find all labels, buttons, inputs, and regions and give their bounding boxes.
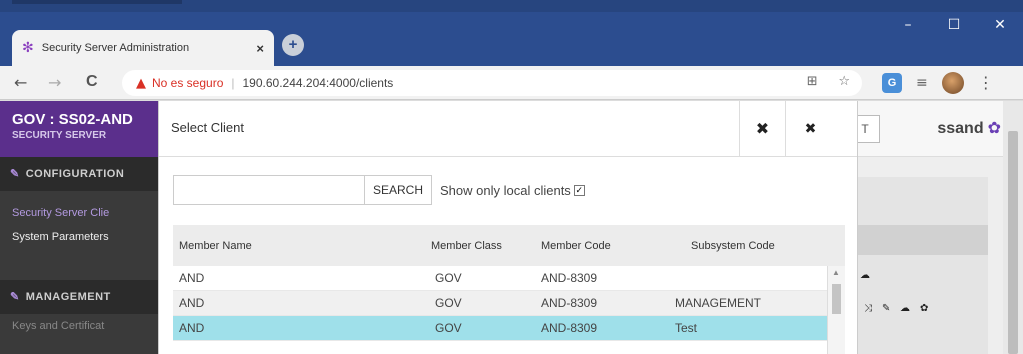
local-clients-checkbox[interactable]: ✓ [573,184,585,196]
profile-avatar[interactable] [941,72,964,94]
address-toolbar: ← → C ▲ No es seguro | 190.60.244.204:40… [0,66,1023,100]
minimize-button[interactable]: – [885,12,931,38]
reading-list-icon[interactable]: ≡ [916,75,928,91]
url-separator: | [231,76,235,90]
cloud-icon[interactable]: ☁ [900,303,910,314]
gear-icon[interactable]: ✿ [988,118,1001,137]
header-subsystem-code[interactable]: Subsystem Code [671,240,821,252]
brand-title: GOV : SS02-AND [12,111,133,128]
scrollbar-thumb[interactable] [1008,131,1018,354]
cell-member-name: AND [179,321,205,335]
section-label: CONFIGURATION [25,168,125,180]
dialog-title: Select Client [171,120,244,135]
browser-tabstrip: ✻ Security Server Administration × + – ☐… [0,0,1023,66]
sidebar-section-configuration: ✎ CONFIGURATION [0,157,160,191]
warning-icon[interactable]: ▲ [136,76,146,91]
taskbar-segment [12,0,182,4]
header-member-name[interactable]: Member Name [173,240,431,252]
gear-icon[interactable]: ✿ [920,303,928,314]
cell-member-code: AND-8309 [541,271,598,285]
cell-member-name: AND [179,271,205,285]
forward-button[interactable]: → [48,73,61,92]
page: GOV : SS02-AND SECURITY SERVER ✎ CONFIGUR… [0,101,1023,354]
search-row: SEARCH Show only local clients ✓ [173,175,585,205]
sidebar-item-security-server-clients[interactable]: Security Server Clie [0,201,160,225]
dialog-header: Select Client ✖ ✖ [159,101,857,157]
cell-subsystem-code: Test [675,321,698,335]
url-bar[interactable]: ▲ No es seguro | 190.60.244.204:4000/cli… [122,70,862,96]
url-text[interactable]: 190.60.244.204:4000/clients [243,76,394,90]
extensions-area: G ≡ ⋮ [882,72,994,94]
dialog-cancel-button[interactable]: ✖ [785,101,835,157]
table-header: Member Name Member Class Member Code Sub… [173,225,845,266]
background-row [848,225,988,255]
close-window-button[interactable]: ✕ [977,12,1023,38]
tab-title: Security Server Administration [41,42,190,54]
sidebar-item-system-parameters[interactable]: System Parameters [0,225,160,249]
reload-button[interactable]: C [86,73,98,91]
url-actions: ⊞ ☆ [807,74,850,89]
cell-member-name: AND [179,296,205,310]
cell-subsystem-code: MANAGEMENT [675,296,762,310]
table-row[interactable]: AND GOV AND-8309 MANAGEMENT [173,291,845,316]
table-row-selected[interactable]: AND GOV AND-8309 Test [173,316,845,341]
new-tab-button[interactable]: + [282,34,304,56]
clients-table: Member Name Member Class Member Code Sub… [173,225,845,354]
top-right-header: T ssand ✿ [848,101,1023,157]
translate-icon[interactable]: ⊞ [807,74,818,89]
search-input[interactable] [173,175,365,205]
cell-member-code: AND-8309 [541,296,598,310]
cell-member-class: GOV [435,296,462,310]
section-label: MANAGEMENT [25,291,111,303]
cloud-icon: ☁ [860,270,870,281]
local-clients-label: Show only local clients [440,182,571,198]
background-panel: ☁ ⤨ ✎ ☁ ✿ [848,177,988,354]
xroad-favicon-icon: ✻ [22,40,34,56]
browser-tab[interactable]: ✻ Security Server Administration × [12,30,274,66]
table-row[interactable]: AND GOV AND-8309 [173,266,845,291]
select-client-dialog: Select Client ✖ ✖ SEARCH Show only local… [158,101,858,354]
scroll-up-icon[interactable]: ▲ [832,268,840,277]
tab-close-icon[interactable]: × [256,41,264,56]
shuffle-icon[interactable]: ⤨ [864,303,872,314]
bookmark-star-icon[interactable]: ☆ [838,74,850,89]
header-member-code[interactable]: Member Code [541,240,671,252]
dialog-close-button[interactable]: ✖ [739,101,785,157]
window-controls: – ☐ ✕ [885,12,1023,38]
cell-member-class: GOV [435,271,462,285]
user-name: ssand [937,120,984,137]
header-member-class[interactable]: Member Class [431,240,541,252]
brand-subtitle: SECURITY SERVER [12,130,107,141]
sidebar-section-management: ✎ MANAGEMENT [0,280,160,314]
taskbar-strip [0,0,1023,12]
wrench-icon: ✎ [10,168,20,180]
search-button[interactable]: SEARCH [365,175,433,205]
table-scrollbar[interactable]: ▲ [827,266,845,354]
back-button[interactable]: ← [14,73,27,92]
cell-member-class: GOV [435,321,462,335]
brand-header: GOV : SS02-AND SECURITY SERVER [0,101,160,157]
user-menu[interactable]: ssand ✿ [937,118,1001,138]
page-scrollbar[interactable] [1003,101,1023,354]
wrench-icon: ✎ [10,291,20,303]
sidebar: ✎ CONFIGURATION Security Server Clie Syst… [0,157,160,354]
wrench-icon[interactable]: ✎ [882,303,890,314]
insecure-label[interactable]: No es seguro [152,76,223,90]
menu-kebab-icon[interactable]: ⋮ [978,73,994,93]
sidebar-item-keys-certificates[interactable]: Keys and Certificat [0,314,160,338]
maximize-button[interactable]: ☐ [931,12,977,38]
extension-icon[interactable]: G [882,73,902,93]
cell-member-code: AND-8309 [541,321,598,335]
table-scrollbar-thumb[interactable] [832,284,841,314]
